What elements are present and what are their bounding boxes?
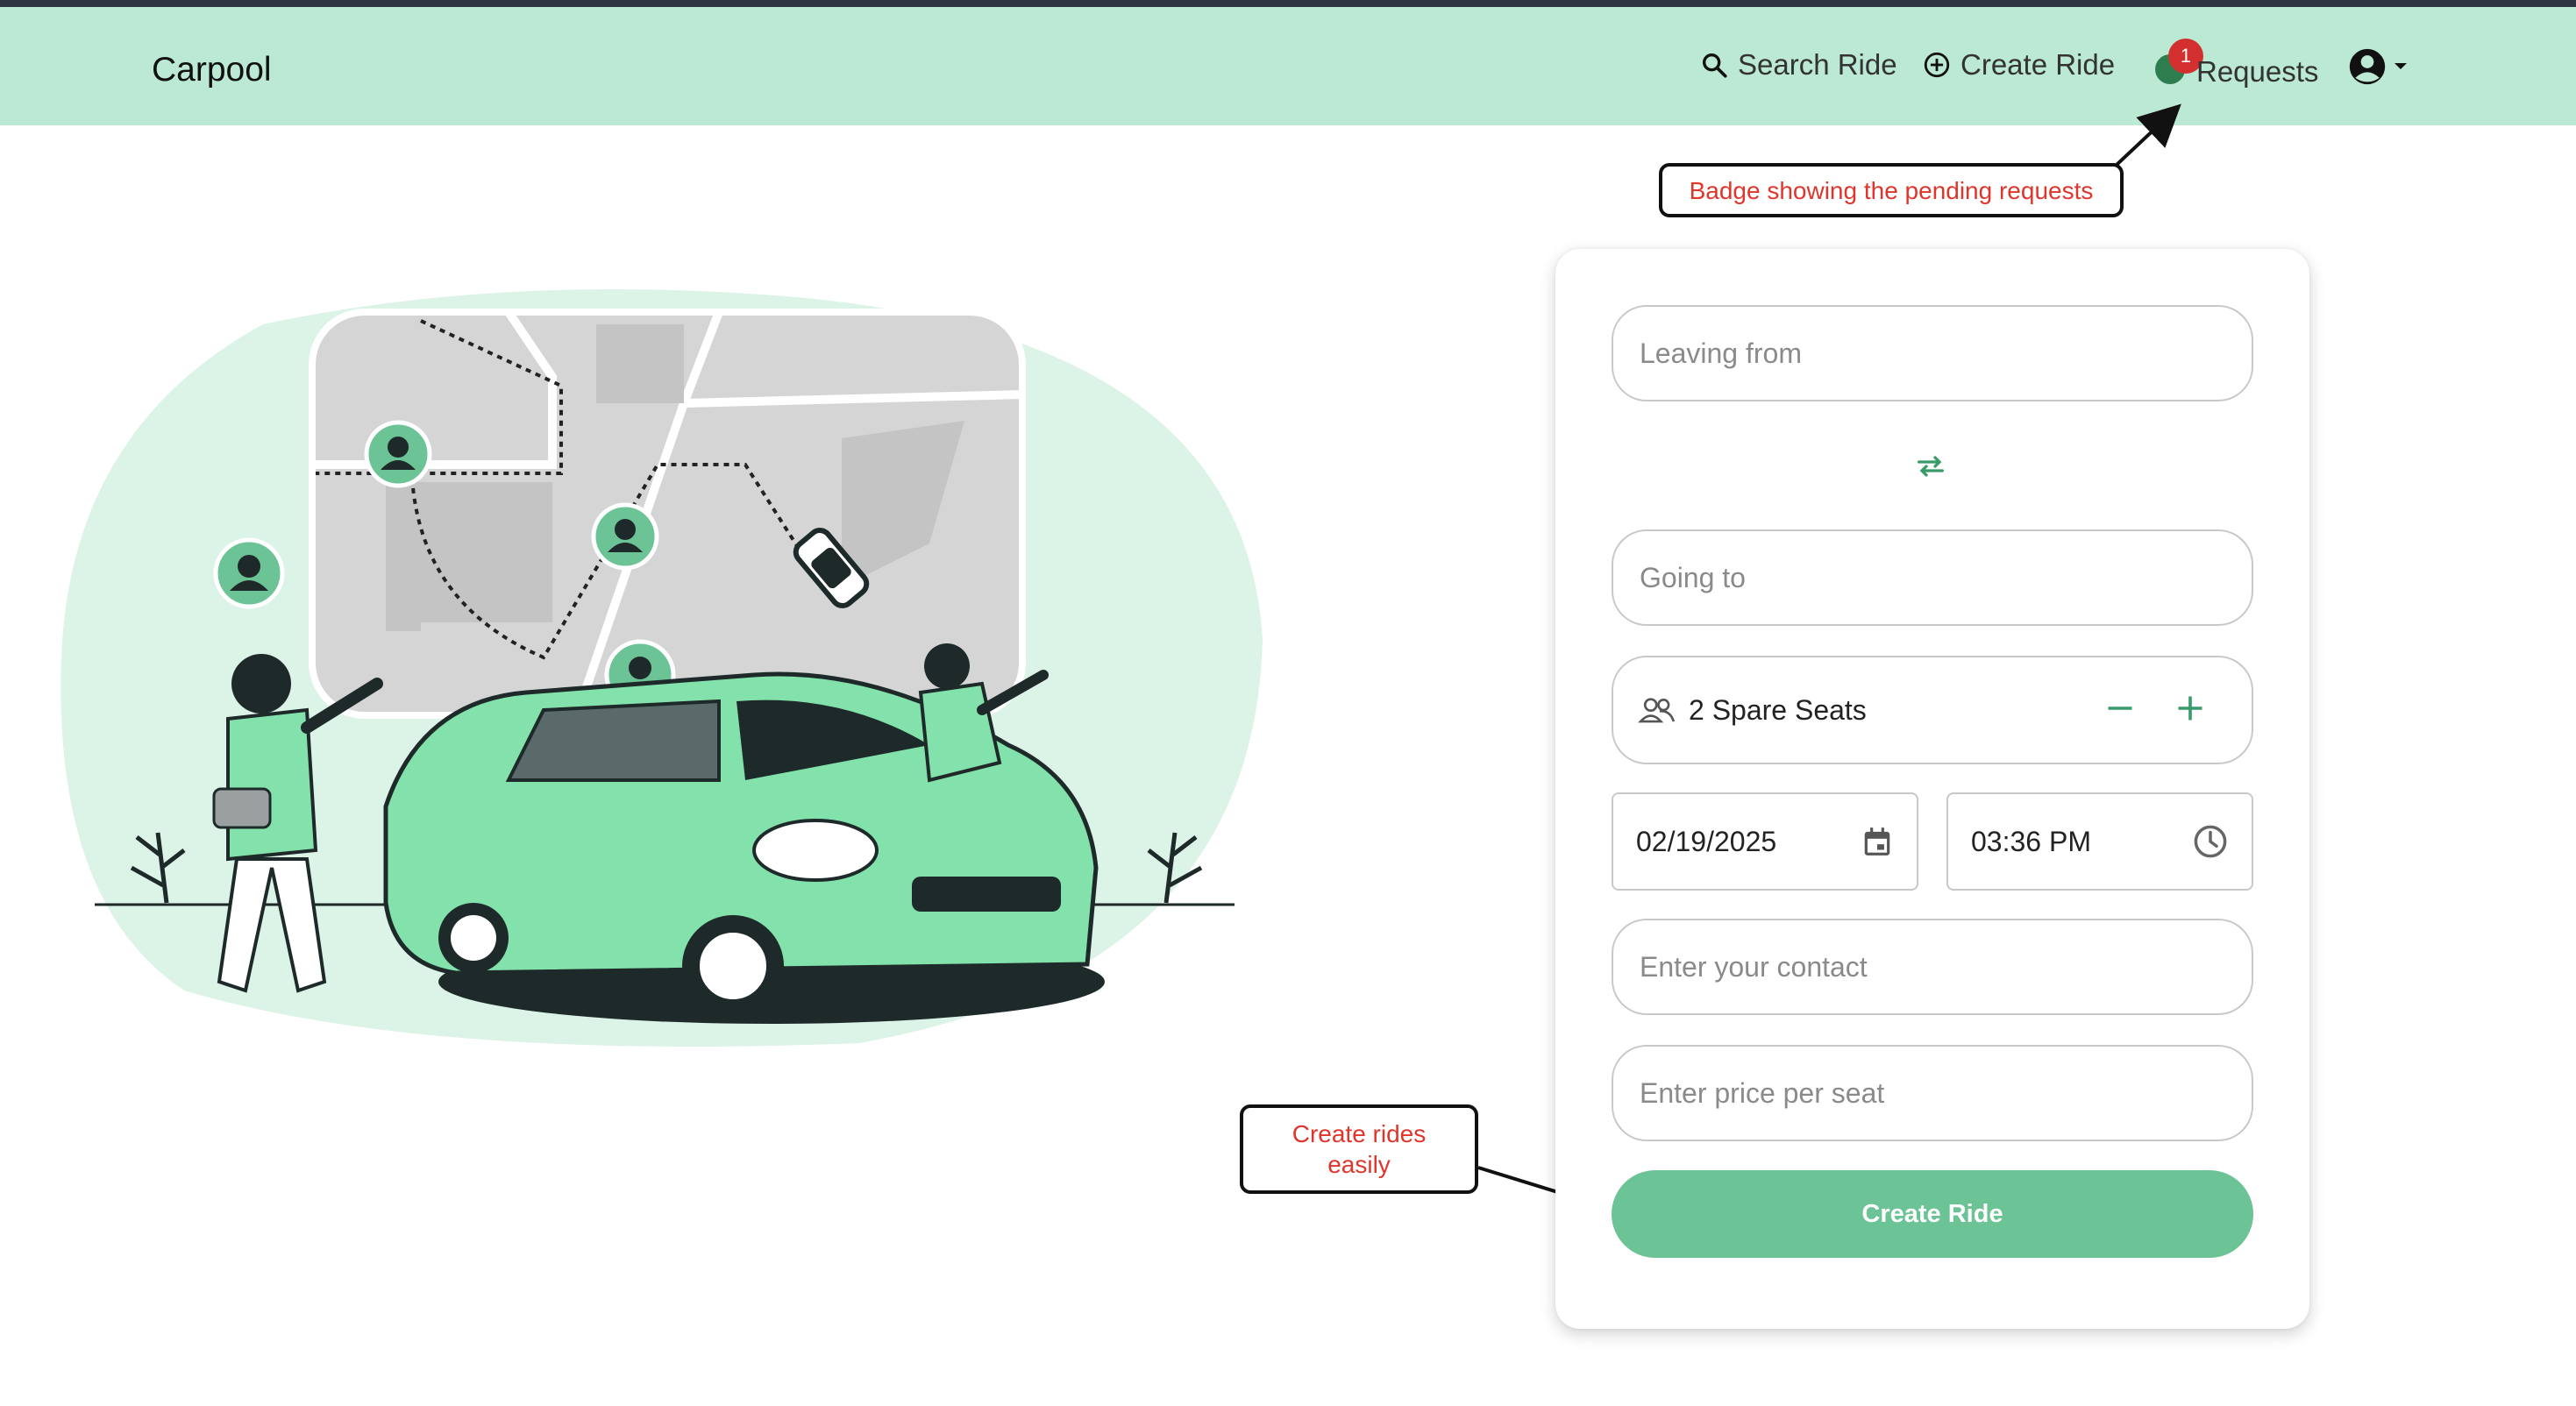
plus-icon — [2178, 696, 2202, 721]
date-value: 02/19/2025 — [1636, 825, 1777, 857]
time-field[interactable]: 03:36 PM — [1946, 792, 2253, 891]
date-field[interactable]: 02/19/2025 — [1612, 792, 1918, 891]
swap-icon — [1918, 456, 1944, 477]
create-ride-button[interactable]: Create Ride — [1612, 1170, 2253, 1258]
going-to-field[interactable] — [1612, 529, 2253, 626]
price-input[interactable] — [1638, 1076, 2227, 1111]
create-annotation: Create rides easily — [1240, 1104, 1478, 1194]
clock-icon[interactable] — [2192, 823, 2229, 860]
increase-seats-button[interactable] — [2174, 692, 2206, 731]
badge-annotation: Badge showing the pending requests — [1659, 163, 2124, 217]
create-ride-card: 2 Spare Seats 02/19/2025 03:36 PM Create… — [1555, 249, 2309, 1329]
badge-annotation-arrow — [2115, 103, 2181, 167]
swap-locations-button[interactable] — [1913, 449, 1948, 488]
spare-seats-label: 2 Spare Seats — [1689, 693, 1867, 726]
carpool-illustration — [60, 289, 1263, 1047]
leaving-from-field[interactable] — [1612, 305, 2253, 401]
decrease-seats-button[interactable] — [2104, 692, 2136, 731]
leaving-from-input[interactable] — [1638, 336, 2227, 371]
calendar-icon[interactable] — [1861, 824, 1894, 859]
spare-seats-field: 2 Spare Seats — [1612, 656, 2253, 764]
time-value: 03:36 PM — [1971, 825, 2091, 857]
going-to-input[interactable] — [1638, 560, 2227, 595]
contact-field[interactable] — [1612, 919, 2253, 1015]
people-icon — [1638, 698, 1676, 723]
minus-icon — [2108, 707, 2132, 710]
contact-input[interactable] — [1638, 949, 2227, 984]
price-field[interactable] — [1612, 1045, 2253, 1141]
